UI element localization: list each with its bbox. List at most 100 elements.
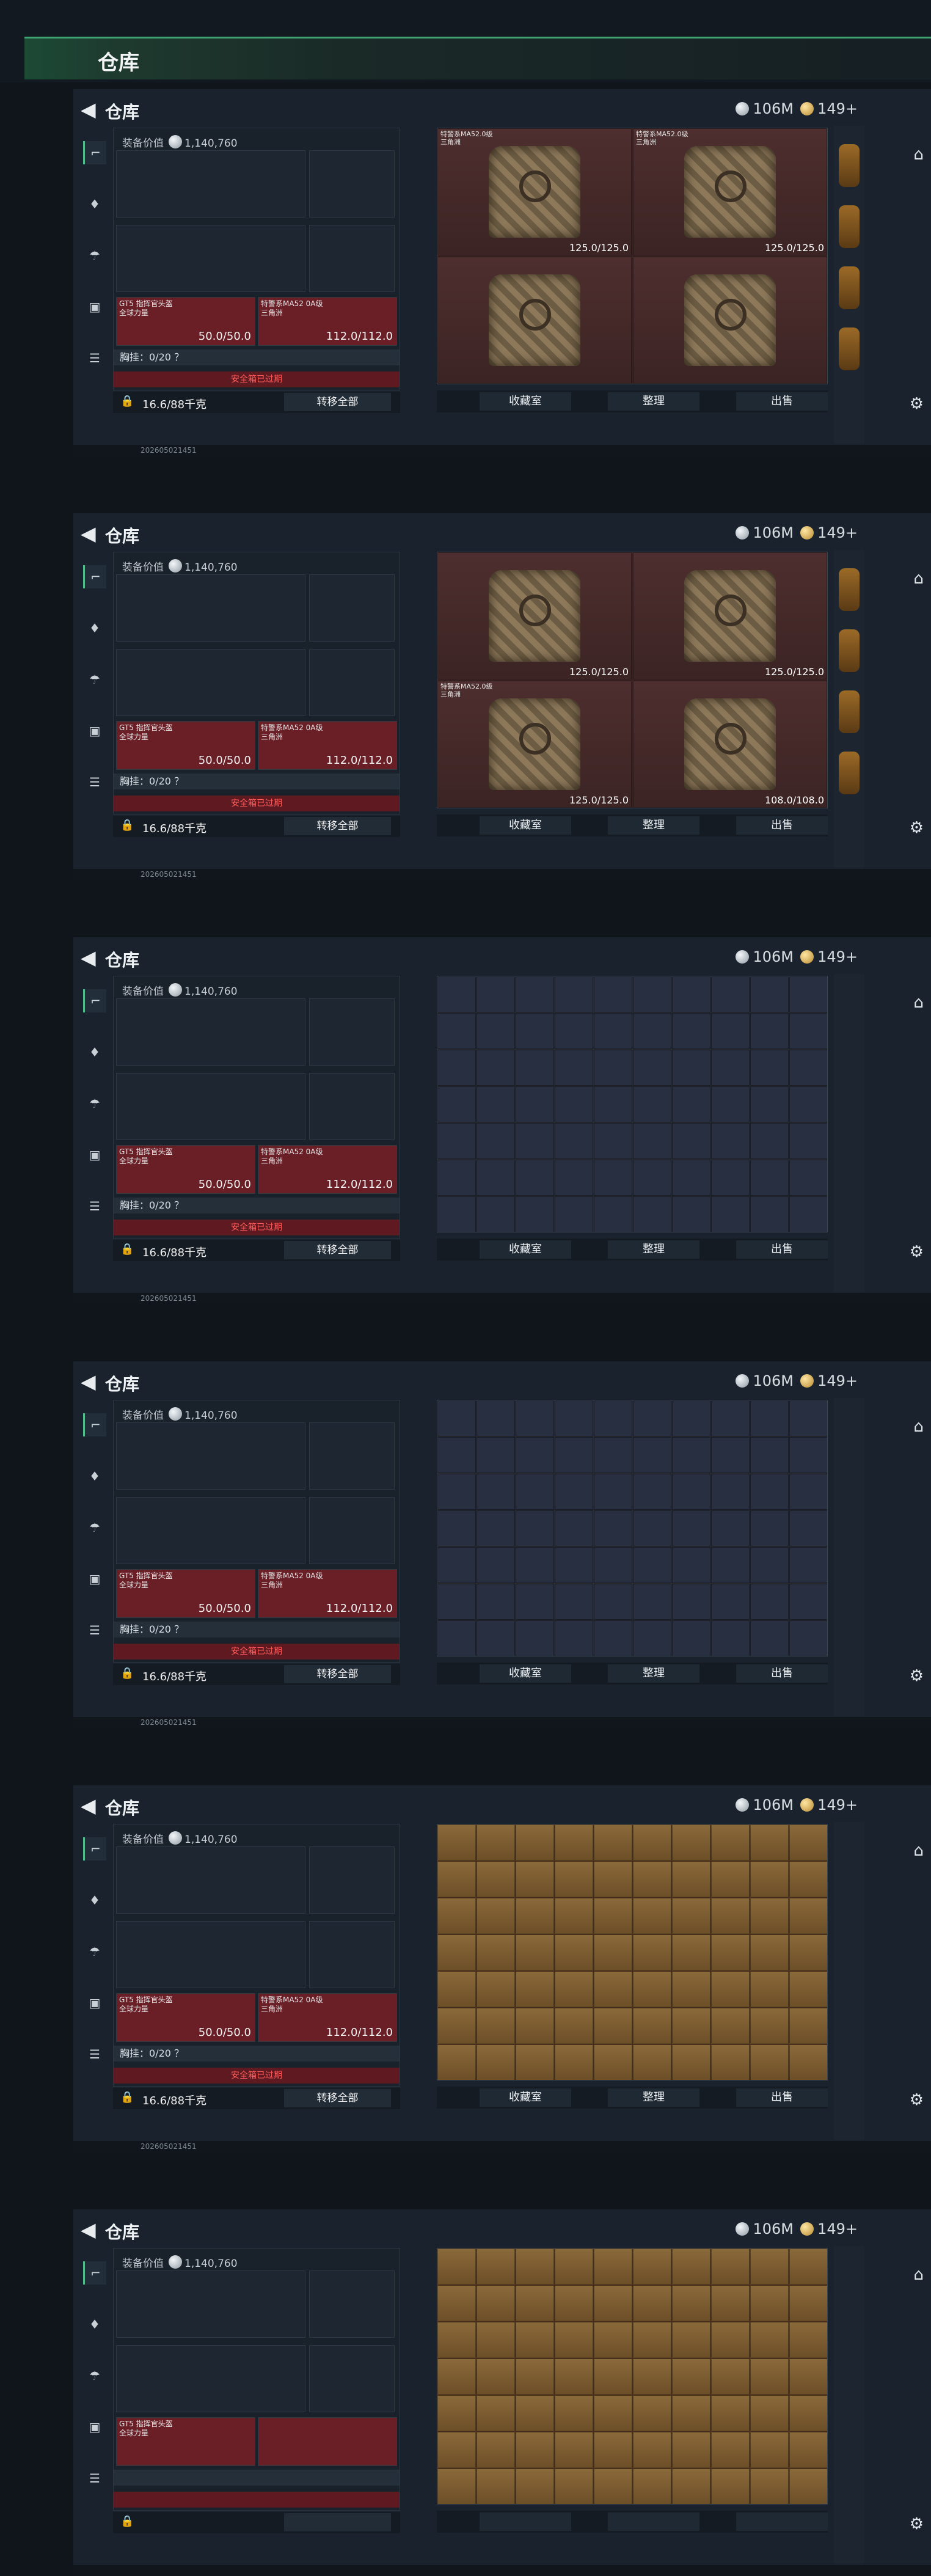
stash-cell[interactable] (594, 1013, 632, 1049)
stash-cell[interactable] (594, 2358, 632, 2395)
stash-cell[interactable] (633, 2358, 671, 2395)
stash-cell[interactable] (672, 1400, 710, 1436)
stash-cell[interactable] (672, 1437, 710, 1473)
pistol-slot[interactable] (309, 574, 395, 642)
stash-cell[interactable] (711, 1510, 750, 1546)
stash-cell[interactable] (750, 2249, 789, 2285)
stash-grid[interactable] (437, 2248, 828, 2505)
stash-cell[interactable] (633, 2322, 671, 2358)
stash-cell[interactable] (750, 1196, 789, 1232)
stash-cell[interactable] (711, 1971, 750, 2007)
stash-cell[interactable] (594, 2285, 632, 2321)
nav-weapons-icon[interactable]: ⌐ (83, 1413, 106, 1436)
stash-cell[interactable] (789, 1620, 827, 1656)
sort-button[interactable]: 整理 (608, 392, 699, 411)
stash-cell[interactable] (516, 2285, 554, 2321)
stash-cell[interactable] (750, 976, 789, 1012)
stash-cell[interactable] (789, 2249, 827, 2285)
stash-cell[interactable] (516, 2395, 554, 2431)
lock-icon[interactable]: 🔒 (120, 2091, 134, 2104)
chest-rig-status[interactable]: 胸挂：0/20 ？ (114, 774, 400, 789)
stash-cell[interactable] (555, 1861, 593, 1897)
sell-button[interactable]: 出售 (736, 392, 828, 411)
stash-cell[interactable] (437, 1013, 476, 1049)
nav-bag-icon[interactable]: ☰ (83, 346, 106, 370)
safe-box-expired[interactable]: 安全箱已过期 (114, 371, 400, 387)
stash-cell[interactable] (476, 1547, 515, 1583)
stash-cell[interactable] (711, 1584, 750, 1620)
nav-armor-icon[interactable]: ♦ (83, 1465, 106, 1488)
stash-grid[interactable]: 特警系MA52.0级 三角洲 125.0/125.0 特警系MA52.0级 三角洲 1… (437, 128, 828, 384)
stash-cell[interactable] (555, 2044, 593, 2080)
sell-button[interactable]: 出售 (736, 2088, 828, 2107)
back-icon[interactable]: ◀ (81, 2218, 96, 2241)
stash-cell[interactable] (672, 1086, 710, 1122)
collection-room-button[interactable]: 收藏室 (480, 392, 571, 411)
stash-cell[interactable] (437, 1898, 476, 1934)
stash-cell[interactable] (789, 1013, 827, 1049)
chest-rig-status[interactable]: 胸挂：0/20 ？ (114, 1622, 400, 1637)
stash-cell[interactable] (633, 1123, 671, 1159)
back-icon[interactable]: ◀ (81, 946, 96, 969)
stash-cell[interactable] (633, 1474, 671, 1510)
stash-cell[interactable] (633, 1861, 671, 1897)
stash-cell[interactable] (750, 1013, 789, 1049)
stash-cell[interactable] (555, 2432, 593, 2468)
stash-cell[interactable] (711, 2044, 750, 2080)
helmet-slot[interactable]: GT5 指挥官头盔 全球力量 50.0/50.0 (116, 721, 255, 770)
stash-cell[interactable] (437, 1584, 476, 1620)
melee-slot[interactable] (309, 225, 395, 292)
pistol-slot[interactable] (309, 150, 395, 218)
stash-cell[interactable] (555, 2468, 593, 2504)
stash-cell[interactable] (750, 1547, 789, 1583)
stash-cell[interactable] (672, 1160, 710, 1196)
stash-cell[interactable] (476, 1400, 515, 1436)
stash-item[interactable]: 特警系MA52.0级 三角洲 125.0/125.0 (437, 128, 632, 255)
stash-cell[interactable] (633, 1437, 671, 1473)
stash-cell[interactable] (750, 1824, 789, 1861)
stash-cell[interactable] (437, 1971, 476, 2007)
stash-cell[interactable] (633, 1547, 671, 1583)
stash-cell[interactable] (437, 1160, 476, 1196)
nav-rig-icon[interactable]: ▣ (83, 1567, 106, 1590)
stash-cell[interactable] (633, 1510, 671, 1546)
primary-weapon-slot[interactable] (116, 150, 305, 218)
back-icon[interactable]: ◀ (81, 1794, 96, 1817)
gold-item-icon[interactable] (839, 629, 860, 672)
stash-cell[interactable] (711, 1013, 750, 1049)
backpack-icon[interactable]: ⌂ (913, 1418, 924, 1436)
stash-cell[interactable] (672, 2468, 710, 2504)
stash-cell[interactable] (516, 976, 554, 1012)
stash-cell[interactable] (672, 1050, 710, 1086)
nav-rig-icon[interactable]: ▣ (83, 2415, 106, 2439)
stash-cell[interactable] (750, 1620, 789, 1656)
transfer-all-button[interactable]: 转移全部 (284, 817, 391, 835)
stash-cell[interactable] (555, 1400, 593, 1436)
stash-cell[interactable] (437, 2432, 476, 2468)
gold-item-icon[interactable] (839, 144, 860, 187)
stash-cell[interactable] (594, 2432, 632, 2468)
stash-cell[interactable] (516, 1013, 554, 1049)
stash-cell[interactable] (789, 1086, 827, 1122)
stash-cell[interactable] (594, 1050, 632, 1086)
stash-cell[interactable] (437, 1437, 476, 1473)
stash-cell[interactable] (476, 2322, 515, 2358)
stash-cell[interactable] (672, 2044, 710, 2080)
stash-cell[interactable] (633, 1160, 671, 1196)
stash-cell[interactable] (555, 1510, 593, 1546)
pistol-slot[interactable] (309, 1422, 395, 1490)
stash-cell[interactable] (555, 1196, 593, 1232)
stash-cell[interactable] (711, 976, 750, 1012)
stash-cell[interactable] (789, 1437, 827, 1473)
stash-cell[interactable] (672, 1547, 710, 1583)
stash-cell[interactable] (437, 1474, 476, 1510)
stash-cell[interactable] (516, 1123, 554, 1159)
stash-cell[interactable] (711, 1437, 750, 1473)
backpack-icon[interactable]: ⌂ (913, 569, 924, 588)
stash-cell[interactable] (555, 1824, 593, 1861)
stash-cell[interactable] (633, 2044, 671, 2080)
stash-cell[interactable] (516, 1934, 554, 1970)
stash-cell[interactable] (594, 1437, 632, 1473)
stash-cell[interactable] (633, 1824, 671, 1861)
stash-cell[interactable] (476, 1510, 515, 1546)
